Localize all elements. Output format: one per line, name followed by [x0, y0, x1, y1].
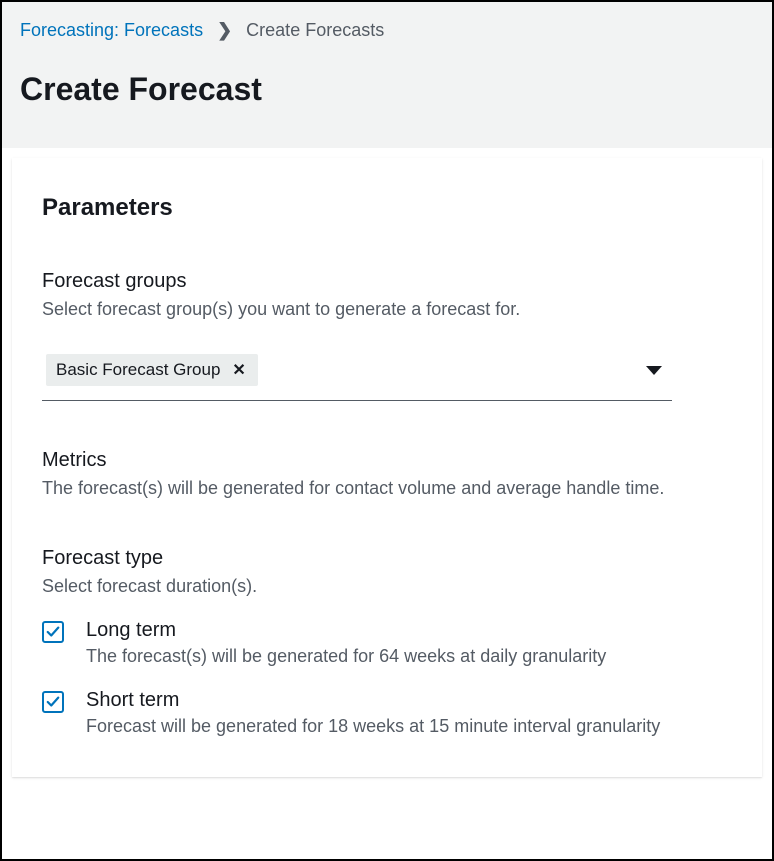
short-term-content: Short term Forecast will be generated fo… [86, 689, 732, 737]
breadcrumb-current: Create Forecasts [246, 20, 384, 41]
page-title: Create Forecast [20, 71, 754, 108]
forecast-groups-select[interactable]: Basic Forecast Group ✕ [42, 348, 672, 401]
metrics-label: Metrics [42, 449, 732, 472]
long-term-checkbox[interactable] [42, 621, 64, 643]
forecast-type-option-short: Short term Forecast will be generated fo… [42, 689, 732, 737]
check-icon [46, 625, 60, 639]
short-term-checkbox[interactable] [42, 691, 64, 713]
close-icon[interactable]: ✕ [230, 360, 247, 380]
forecast-groups-label: Forecast groups [42, 270, 732, 293]
metrics-field: Metrics The forecast(s) will be generate… [42, 449, 732, 499]
panel-heading: Parameters [42, 194, 732, 222]
long-term-label: Long term [86, 619, 732, 642]
check-icon [46, 695, 60, 709]
forecast-type-label: Forecast type [42, 547, 732, 570]
chevron-down-icon [646, 366, 662, 375]
short-term-label: Short term [86, 689, 732, 712]
short-term-desc: Forecast will be generated for 18 weeks … [86, 716, 732, 737]
forecast-type-option-long: Long term The forecast(s) will be genera… [42, 619, 732, 667]
forecast-groups-help: Select forecast group(s) you want to gen… [42, 299, 732, 320]
long-term-content: Long term The forecast(s) will be genera… [86, 619, 732, 667]
forecast-groups-field: Forecast groups Select forecast group(s)… [42, 270, 732, 401]
chevron-right-icon: ❯ [217, 20, 232, 41]
chip-label: Basic Forecast Group [56, 360, 220, 380]
breadcrumb-root-link[interactable]: Forecasting: Forecasts [20, 20, 203, 41]
forecast-type-field: Forecast type Select forecast duration(s… [42, 547, 732, 737]
breadcrumb: Forecasting: Forecasts ❯ Create Forecast… [20, 20, 754, 41]
forecast-type-help: Select forecast duration(s). [42, 576, 732, 597]
metrics-help: The forecast(s) will be generated for co… [42, 478, 732, 499]
long-term-desc: The forecast(s) will be generated for 64… [86, 646, 732, 667]
parameters-panel: Parameters Forecast groups Select foreca… [12, 158, 762, 777]
selected-group-chip: Basic Forecast Group ✕ [46, 354, 258, 386]
header-region: Forecasting: Forecasts ❯ Create Forecast… [2, 2, 772, 148]
